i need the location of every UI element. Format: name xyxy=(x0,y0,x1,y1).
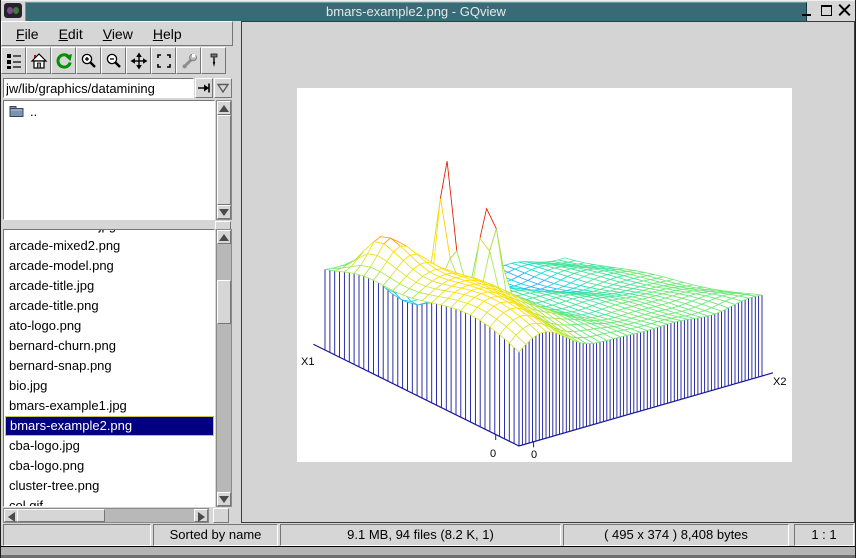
scroll-up-button[interactable] xyxy=(217,230,231,244)
file-list-view-button[interactable] xyxy=(1,47,26,74)
arrow-right-to-bar-icon xyxy=(198,83,210,93)
file-list-item[interactable]: cluster-tree.png xyxy=(5,476,214,496)
displayed-image[interactable]: X1 X2 0 0 xyxy=(297,88,792,462)
minimize-button[interactable] xyxy=(800,3,815,18)
home-button[interactable] xyxy=(26,47,51,74)
menu-item[interactable]: Edit xyxy=(49,24,93,44)
status-files-info: 9.1 MB, 94 files (8.2 K, 1) xyxy=(280,524,561,546)
file-list-item[interactable]: bernard-snap.png xyxy=(5,356,214,376)
actual-size-icon xyxy=(156,53,171,68)
file-list-item[interactable]: arcade-mixed2.png xyxy=(5,236,214,256)
path-history-button[interactable] xyxy=(214,78,232,98)
panel-splitter[interactable] xyxy=(233,21,241,524)
triangle-down-icon xyxy=(219,496,229,503)
file-list-item[interactable]: col.gif xyxy=(5,496,214,506)
file-list-item[interactable]: ato-logo.png xyxy=(5,316,214,336)
fit-window-button[interactable] xyxy=(126,47,151,74)
file-hscroll-row xyxy=(1,507,233,524)
menu-item[interactable]: File xyxy=(6,24,49,44)
maximize-icon xyxy=(821,5,832,16)
file-list[interactable]: arcade-mixed2.jpgarcade-mixed2.pngarcade… xyxy=(3,229,215,507)
status-sort: Sorted by name xyxy=(153,524,278,546)
zoom-out-button[interactable] xyxy=(101,47,126,74)
window-title-area[interactable]: bmars-example2.png - GQview xyxy=(25,2,807,22)
svg-text:X1: X1 xyxy=(301,356,314,368)
maximize-button[interactable] xyxy=(819,3,834,18)
file-list-view-icon xyxy=(6,53,21,69)
triangle-down-icon xyxy=(219,209,229,216)
window-title: bmars-example2.png - GQview xyxy=(326,4,506,19)
scrollbar-thumb[interactable] xyxy=(217,115,231,205)
file-pane: arcade-mixed2.jpgarcade-mixed2.pngarcade… xyxy=(1,229,233,507)
image-view-pane[interactable]: X1 X2 0 0 xyxy=(241,21,855,523)
gqview-logo-icon[interactable] xyxy=(4,3,22,18)
fit-window-icon xyxy=(130,52,147,69)
pane-divider[interactable] xyxy=(1,220,233,230)
reload-button[interactable] xyxy=(51,47,76,74)
statusbar: Sorted by name 9.1 MB, 94 files (8.2 K, … xyxy=(1,524,855,546)
titlebar[interactable]: bmars-example2.png - GQview xyxy=(1,0,855,22)
file-list-item[interactable]: bernard-churn.png xyxy=(5,336,214,356)
wrench-icon xyxy=(182,53,197,68)
zoom-in-button[interactable] xyxy=(76,47,101,74)
file-list-item[interactable]: cba-logo.jpg xyxy=(5,436,214,456)
surface-plot: X1 X2 0 0 xyxy=(301,161,786,461)
path-bar xyxy=(1,76,233,100)
file-list-item[interactable]: arcade-mixed2.jpg xyxy=(5,230,214,236)
folder-list[interactable]: .. xyxy=(3,100,215,220)
triangle-up-icon xyxy=(219,105,229,112)
triangle-up-icon xyxy=(219,234,229,241)
close-button[interactable] xyxy=(838,3,853,18)
triangle-down-icon xyxy=(216,83,230,94)
reload-icon xyxy=(56,52,72,69)
zoom-out-icon xyxy=(106,53,121,68)
status-progress xyxy=(3,524,151,546)
home-icon xyxy=(30,52,47,69)
status-image-info: ( 495 x 374 ) 8,408 bytes xyxy=(563,524,789,546)
zoom-in-icon xyxy=(81,53,96,68)
menu-item[interactable]: Help xyxy=(143,24,192,44)
triangle-right-icon xyxy=(197,512,205,522)
scroll-up-button[interactable] xyxy=(217,101,231,115)
pushpin-icon xyxy=(210,53,217,67)
scroll-down-button[interactable] xyxy=(217,492,231,506)
svg-text:0: 0 xyxy=(531,449,537,461)
scroll-down-button[interactable] xyxy=(217,205,231,219)
status-zoom: 1 : 1 xyxy=(794,524,854,546)
folder-pane: .. xyxy=(1,100,233,220)
scrollbar-thumb[interactable] xyxy=(217,280,231,324)
file-list-item[interactable]: arcade-model.png xyxy=(5,256,214,276)
scrollbar-thumb[interactable] xyxy=(17,509,105,522)
folder-list-item[interactable]: .. xyxy=(5,101,214,121)
file-scrollbar[interactable] xyxy=(216,229,232,507)
folder-scrollbar[interactable] xyxy=(216,100,232,220)
svg-text:X2: X2 xyxy=(773,376,786,388)
left-panel: File Edit View Help jw/lib/graphics/data… xyxy=(1,21,233,524)
window-frame-bottom xyxy=(1,546,855,558)
svg-text:0: 0 xyxy=(490,448,496,460)
path-input[interactable] xyxy=(3,78,194,98)
corner-grip[interactable] xyxy=(213,508,229,523)
file-hscrollbar[interactable] xyxy=(3,508,209,523)
path-go-button[interactable] xyxy=(195,78,213,98)
menu-item[interactable]: View xyxy=(93,24,143,44)
menubar: File Edit View Help xyxy=(1,21,233,46)
toolbar xyxy=(1,46,233,76)
float-button[interactable] xyxy=(201,47,226,74)
file-list-item[interactable]: bio.jpg xyxy=(5,376,214,396)
file-list-item[interactable]: bmars-example1.jpg xyxy=(5,396,214,416)
folder-icon xyxy=(9,106,24,117)
file-list-item[interactable]: arcade-title.png xyxy=(5,296,214,316)
actual-size-button[interactable] xyxy=(151,47,176,74)
scroll-right-button[interactable] xyxy=(194,509,208,522)
file-list-item[interactable]: cba-logo.png xyxy=(5,456,214,476)
configure-button[interactable] xyxy=(176,47,201,74)
gqview-window: bmars-example2.png - GQview File Edit View… xyxy=(0,0,856,558)
file-list-item[interactable]: arcade-title.jpg xyxy=(5,276,214,296)
scroll-left-button[interactable] xyxy=(4,509,18,522)
minimize-icon xyxy=(802,14,811,16)
file-list-item[interactable]: bmars-example2.png xyxy=(5,416,214,436)
triangle-left-icon xyxy=(7,512,15,522)
